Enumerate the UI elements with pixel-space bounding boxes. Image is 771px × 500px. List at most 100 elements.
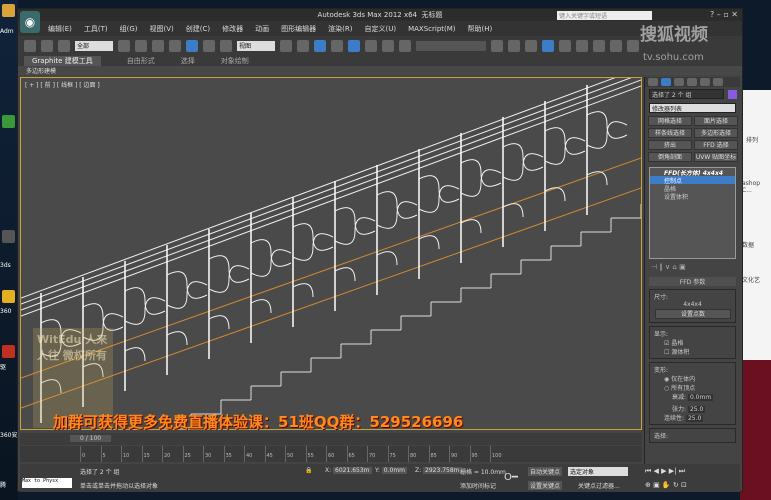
ffd-select-button[interactable]: FFD 选择 (694, 140, 738, 150)
extrude-button[interactable]: 挤出 (648, 140, 692, 150)
move-icon[interactable] (186, 40, 198, 52)
menu-edit[interactable]: 编辑(E) (48, 24, 72, 34)
app-logo-button[interactable]: ◉ (20, 11, 40, 33)
display-tab-icon[interactable] (700, 78, 710, 86)
all-vertices-radio[interactable]: ○ (664, 385, 669, 392)
hierarchy-tab-icon[interactable] (674, 78, 684, 86)
select-manipulate-icon[interactable] (297, 40, 309, 52)
key-filters-button[interactable]: 关键点过滤器... (578, 481, 620, 490)
key-mode-dropdown[interactable]: 选定对象 (568, 467, 628, 476)
tab-selection[interactable]: 选择 (181, 56, 195, 66)
menu-tools[interactable]: 工具(T) (84, 24, 108, 34)
render-icon[interactable] (627, 40, 639, 52)
auto-key-button[interactable]: 自动关键点 (528, 467, 563, 476)
menu-customize[interactable]: 自定义(U) (364, 24, 396, 34)
menu-rendering[interactable]: 渲染(R) (328, 24, 352, 34)
only-in-volume-radio[interactable]: ◉ (664, 376, 669, 383)
align-icon[interactable] (508, 40, 520, 52)
reference-coord-dropdown[interactable]: 视图 (237, 41, 275, 51)
ribbon-panel[interactable]: 多边形建模 (18, 66, 742, 75)
stack-item-ffd[interactable]: FFD(长方体) 4x4x4 (650, 168, 735, 177)
tab-freeform[interactable]: 自由形式 (127, 56, 155, 66)
layer-icon[interactable] (525, 40, 537, 52)
scale-icon[interactable] (220, 40, 232, 52)
unlink-icon[interactable] (41, 40, 53, 52)
modifier-list-dropdown[interactable]: 修改器列表 (649, 103, 736, 113)
selection-filter-dropdown[interactable]: 全部 (75, 41, 113, 51)
stack-item-set-volume[interactable]: 设置体积 (650, 192, 735, 201)
set-points-button[interactable]: 设置点数 (655, 309, 731, 319)
bevel-profile-button[interactable]: 倒角剖面 (648, 152, 692, 162)
maxscript-listener[interactable]: Max to Physx (22, 478, 72, 488)
utilities-tab-icon[interactable] (713, 78, 723, 86)
curve-editor-icon[interactable] (559, 40, 571, 52)
percent-snap-icon[interactable] (365, 40, 377, 52)
viewport-front[interactable]: [ + ] [ 前 ] [ 线框 ] [ 边面 ] WitEdu 人来人往 微权… (20, 77, 642, 430)
bind-space-warp-icon[interactable] (58, 40, 70, 52)
set-key-button[interactable]: 设置关键点 (528, 481, 563, 490)
material-editor-icon[interactable] (593, 40, 605, 52)
menu-create[interactable]: 创建(C) (186, 24, 210, 34)
menu-group[interactable]: 组(G) (120, 24, 138, 34)
tab-graphite[interactable]: Graphite 建模工具 (24, 56, 101, 66)
app-icon[interactable] (2, 345, 15, 358)
frame-counter[interactable]: 0 / 100 (70, 435, 112, 442)
pivot-icon[interactable] (280, 40, 292, 52)
add-time-tag-button[interactable]: 添加时间标记 (460, 481, 496, 490)
x-coord-field[interactable]: 6021.653m (333, 467, 372, 474)
snap-toggle-icon[interactable] (331, 40, 343, 52)
tension-spinner[interactable]: 25.0 (687, 406, 706, 413)
menu-modifiers[interactable]: 修改器 (222, 24, 243, 34)
modify-tab-icon[interactable] (661, 78, 671, 86)
object-color-swatch[interactable] (728, 89, 737, 99)
viewport-label[interactable]: [ + ] [ 前 ] [ 线框 ] [ 边面 ] (25, 80, 100, 89)
y-coord-field[interactable]: 0.0mm (381, 467, 408, 474)
window-controls[interactable]: ? – ▫ ✕ (710, 10, 738, 19)
window-crossing-icon[interactable] (169, 40, 181, 52)
create-tab-icon[interactable] (648, 78, 658, 86)
poly-select-button[interactable]: 多边形选择 (694, 128, 738, 138)
z-coord-field[interactable]: 2923.758m (423, 467, 462, 474)
render-setup-icon[interactable] (610, 40, 622, 52)
spline-select-button[interactable]: 样条线选择 (648, 128, 692, 138)
graphite-toggle-icon[interactable] (542, 40, 554, 52)
angle-snap-icon[interactable] (348, 40, 360, 52)
source-volume-checkbox[interactable]: ☐ (664, 349, 669, 356)
time-slider[interactable]: 0 / 100 (20, 433, 642, 445)
schematic-view-icon[interactable] (576, 40, 588, 52)
app-icon[interactable] (2, 115, 15, 128)
menu-animation[interactable]: 动画 (255, 24, 269, 34)
stack-tools[interactable]: ⊣ ‖ ∨ ⌂ ▣ (645, 263, 740, 273)
app-icon[interactable] (2, 230, 15, 243)
mesh-select-button[interactable]: 网格选择 (648, 116, 692, 126)
stack-item-lattice[interactable]: 晶格 (650, 184, 735, 193)
tab-object-paint[interactable]: 对象绘制 (221, 56, 249, 66)
modifier-stack[interactable]: FFD(长方体) 4x4x4 控制点 晶格 设置体积 (649, 167, 736, 259)
falloff-spinner[interactable]: 0.0mm (687, 394, 714, 401)
uvw-map-button[interactable]: UVW 贴图坐标 (694, 152, 738, 162)
viewport-nav-controls[interactable]: ⊕ ▣ ✋ ↻ ⊡ (645, 481, 687, 489)
edit-named-sel-icon[interactable] (399, 40, 411, 52)
app-icon[interactable] (2, 290, 15, 303)
motion-tab-icon[interactable] (687, 78, 697, 86)
named-selection-sets[interactable] (416, 41, 486, 51)
folder-icon[interactable] (2, 4, 15, 17)
rect-selection-icon[interactable] (152, 40, 164, 52)
continuity-spinner[interactable]: 25.0 (685, 415, 704, 422)
select-by-name-icon[interactable] (135, 40, 147, 52)
ffd-rollout-header[interactable]: FFD 参数 (649, 277, 736, 286)
patch-select-button[interactable]: 面片选择 (694, 116, 738, 126)
key-icon[interactable]: O━ (504, 472, 518, 483)
lattice-checkbox[interactable]: ☑ (664, 340, 669, 347)
link-icon[interactable] (24, 40, 36, 52)
lock-icon[interactable]: 🔒 (305, 467, 312, 474)
rotate-icon[interactable] (203, 40, 215, 52)
object-name-field[interactable]: 选择了 2 个 组 (649, 89, 724, 99)
menu-help[interactable]: 帮助(H) (468, 24, 493, 34)
mirror-icon[interactable] (491, 40, 503, 52)
select-object-icon[interactable] (118, 40, 130, 52)
menu-views[interactable]: 视图(V) (150, 24, 174, 34)
spinner-snap-icon[interactable] (382, 40, 394, 52)
help-search-input[interactable]: 键入关键字或短语 (557, 11, 652, 20)
keyboard-shortcut-icon[interactable] (314, 40, 326, 52)
